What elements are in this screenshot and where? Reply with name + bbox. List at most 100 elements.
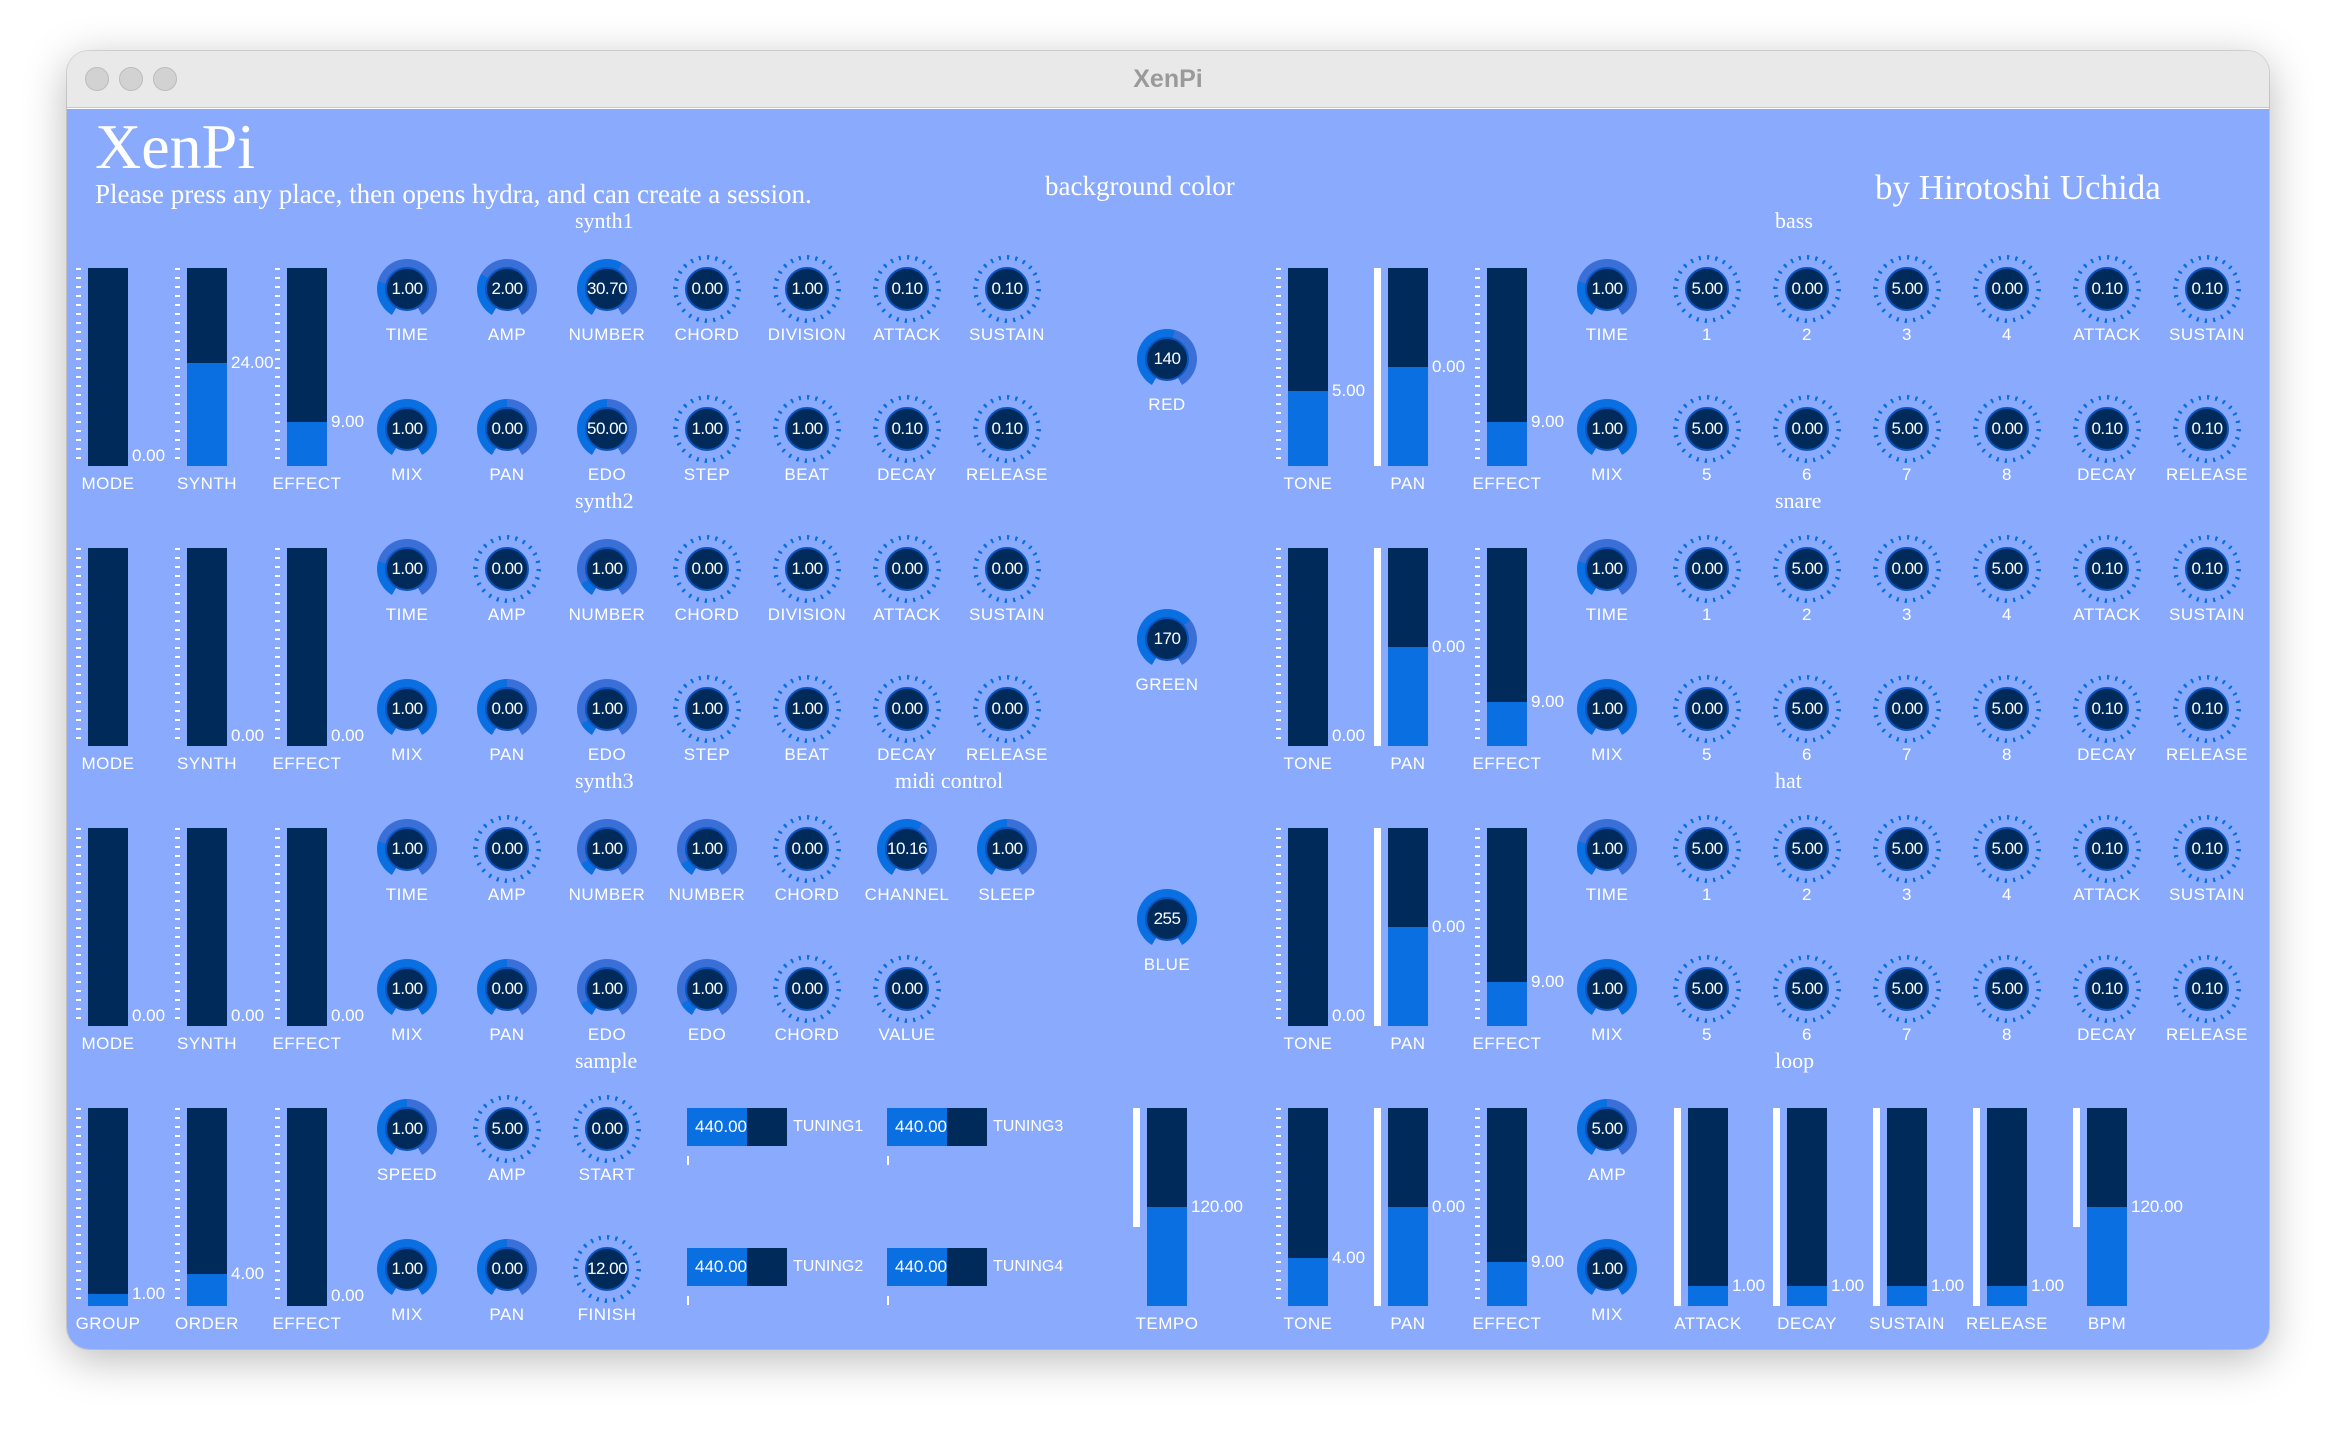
tuning-slider-tuning3[interactable]: 440.00 TUNING3 — [887, 1108, 1067, 1165]
knob-1[interactable]: 5.00 1 — [1673, 815, 1741, 904]
knob-decay[interactable]: 0.10 DECAY — [2073, 675, 2141, 764]
knob-sustain[interactable]: 0.10 SUSTAIN — [2169, 535, 2244, 624]
knob-time[interactable]: 1.00 TIME — [377, 819, 437, 904]
knob-mix[interactable]: 1.00 MIX — [1577, 959, 1637, 1044]
knob-amp[interactable]: 0.00 AMP — [473, 535, 541, 624]
knob-release[interactable]: 0.10 RELEASE — [2166, 395, 2247, 484]
knob-finish[interactable]: 12.00 FINISH — [573, 1235, 641, 1324]
knob-chord[interactable]: 0.00 CHORD — [673, 535, 741, 624]
slider-mode[interactable]: MODE — [76, 548, 134, 773]
knob-decay[interactable]: 0.10 DECAY — [2073, 395, 2141, 484]
slider-effect[interactable]: 9.00 EFFECT — [1472, 1108, 1564, 1333]
knob-6[interactable]: 0.00 6 — [1773, 395, 1841, 484]
knob-3[interactable]: 5.00 3 — [1873, 815, 1941, 904]
knob-decay[interactable]: 0.10 DECAY — [873, 395, 941, 484]
knob-edo[interactable]: 1.00 EDO — [677, 959, 737, 1044]
knob-8[interactable]: 5.00 8 — [1973, 675, 2041, 764]
knob-edo[interactable]: 1.00 EDO — [577, 959, 637, 1044]
slider-synth[interactable]: 0.00 SYNTH — [175, 828, 264, 1053]
knob-5[interactable]: 0.00 5 — [1673, 675, 1741, 764]
slider-order[interactable]: 4.00 ORDER — [175, 1108, 264, 1333]
knob-time[interactable]: 1.00 TIME — [1577, 539, 1637, 624]
knob-red[interactable]: 140 RED — [1137, 329, 1197, 414]
knob-beat[interactable]: 1.00 BEAT — [773, 395, 841, 484]
knob-sleep[interactable]: 1.00 SLEEP — [977, 819, 1037, 904]
knob-amp[interactable]: 5.00 AMP — [1577, 1099, 1637, 1184]
knob-channel[interactable]: 10.16 CHANNEL — [865, 819, 949, 904]
knob-time[interactable]: 1.00 TIME — [1577, 259, 1637, 344]
knob-6[interactable]: 5.00 6 — [1773, 955, 1841, 1044]
slider-release[interactable]: 1.00 RELEASE — [1966, 1108, 2064, 1333]
slider-effect[interactable]: 0.00 EFFECT — [272, 828, 364, 1053]
slider-effect[interactable]: 9.00 EFFECT — [272, 268, 364, 493]
tuning-slider-tuning2[interactable]: 440.00 TUNING2 — [687, 1248, 867, 1305]
slider-pan[interactable]: 0.00 PAN — [1374, 828, 1465, 1053]
knob-decay[interactable]: 0.00 DECAY — [873, 675, 941, 764]
slider-effect[interactable]: 0.00 EFFECT — [272, 548, 364, 773]
slider-tone[interactable]: 0.00 TONE — [1276, 548, 1365, 773]
knob-mix[interactable]: 1.00 MIX — [377, 679, 437, 764]
slider-sustain[interactable]: 1.00 SUSTAIN — [1869, 1108, 1964, 1333]
knob-step[interactable]: 1.00 STEP — [673, 395, 741, 484]
knob-sustain[interactable]: 0.10 SUSTAIN — [2169, 255, 2244, 344]
slider-bpm[interactable]: 120.00 BPM — [2073, 1108, 2183, 1333]
knob-7[interactable]: 0.00 7 — [1873, 675, 1941, 764]
knob-number[interactable]: 1.00 NUMBER — [569, 539, 645, 624]
knob-amp[interactable]: 5.00 AMP — [473, 1095, 541, 1184]
knob-release[interactable]: 0.10 RELEASE — [2166, 675, 2247, 764]
knob-mix[interactable]: 1.00 MIX — [377, 959, 437, 1044]
knob-speed[interactable]: 1.00 SPEED — [377, 1099, 437, 1184]
slider-mode[interactable]: 0.00 MODE — [76, 828, 165, 1053]
knob-edo[interactable]: 1.00 EDO — [577, 679, 637, 764]
knob-release[interactable]: 0.10 RELEASE — [2166, 955, 2247, 1044]
slider-effect[interactable]: 9.00 EFFECT — [1472, 828, 1564, 1053]
slider-mode[interactable]: 0.00 MODE — [76, 268, 165, 493]
knob-3[interactable]: 0.00 3 — [1873, 535, 1941, 624]
knob-pan[interactable]: 0.00 PAN — [477, 679, 537, 764]
knob-pan[interactable]: 0.00 PAN — [477, 959, 537, 1044]
knob-pan[interactable]: 0.00 PAN — [477, 1239, 537, 1324]
knob-6[interactable]: 5.00 6 — [1773, 675, 1841, 764]
knob-time[interactable]: 1.00 TIME — [1577, 819, 1637, 904]
knob-2[interactable]: 0.00 2 — [1773, 255, 1841, 344]
knob-attack[interactable]: 0.10 ATTACK — [2073, 255, 2141, 344]
knob-3[interactable]: 5.00 3 — [1873, 255, 1941, 344]
slider-tone[interactable]: 0.00 TONE — [1276, 828, 1365, 1053]
knob-number[interactable]: 30.70 NUMBER — [569, 259, 645, 344]
slider-effect[interactable]: 0.00 EFFECT — [272, 1108, 364, 1333]
knob-sustain[interactable]: 0.10 SUSTAIN — [969, 255, 1044, 344]
knob-number[interactable]: 1.00 NUMBER — [569, 819, 645, 904]
knob-mix[interactable]: 1.00 MIX — [377, 1239, 437, 1324]
knob-chord[interactable]: 0.00 CHORD — [773, 815, 841, 904]
knob-beat[interactable]: 1.00 BEAT — [773, 675, 841, 764]
slider-decay[interactable]: 1.00 DECAY — [1773, 1108, 1864, 1333]
knob-mix[interactable]: 1.00 MIX — [1577, 679, 1637, 764]
knob-8[interactable]: 0.00 8 — [1973, 395, 2041, 484]
slider-tempo[interactable]: 120.00 TEMPO — [1133, 1108, 1243, 1333]
knob-amp[interactable]: 2.00 AMP — [477, 259, 537, 344]
tuning-slider-tuning1[interactable]: 440.00 TUNING1 — [687, 1108, 867, 1165]
slider-attack[interactable]: 1.00 ATTACK — [1674, 1108, 1765, 1333]
knob-division[interactable]: 1.00 DIVISION — [768, 255, 846, 344]
knob-chord[interactable]: 0.00 CHORD — [773, 955, 841, 1044]
knob-number[interactable]: 1.00 NUMBER — [669, 819, 745, 904]
knob-time[interactable]: 1.00 TIME — [377, 539, 437, 624]
knob-7[interactable]: 5.00 7 — [1873, 395, 1941, 484]
knob-4[interactable]: 5.00 4 — [1973, 535, 2041, 624]
knob-time[interactable]: 1.00 TIME — [377, 259, 437, 344]
slider-effect[interactable]: 9.00 EFFECT — [1472, 268, 1564, 493]
knob-4[interactable]: 0.00 4 — [1973, 255, 2041, 344]
knob-step[interactable]: 1.00 STEP — [673, 675, 741, 764]
knob-mix[interactable]: 1.00 MIX — [1577, 399, 1637, 484]
knob-start[interactable]: 0.00 START — [573, 1095, 641, 1184]
slider-pan[interactable]: 0.00 PAN — [1374, 1108, 1465, 1333]
knob-release[interactable]: 0.10 RELEASE — [966, 395, 1047, 484]
knob-1[interactable]: 0.00 1 — [1673, 535, 1741, 624]
synth-panel[interactable]: XenPi Please press any place, then opens… — [67, 109, 2269, 1349]
knob-5[interactable]: 5.00 5 — [1673, 395, 1741, 484]
slider-tone[interactable]: 4.00 TONE — [1276, 1108, 1365, 1333]
knob-attack[interactable]: 0.10 ATTACK — [2073, 815, 2141, 904]
knob-2[interactable]: 5.00 2 — [1773, 535, 1841, 624]
knob-sustain[interactable]: 0.00 SUSTAIN — [969, 535, 1044, 624]
knob-sustain[interactable]: 0.10 SUSTAIN — [2169, 815, 2244, 904]
